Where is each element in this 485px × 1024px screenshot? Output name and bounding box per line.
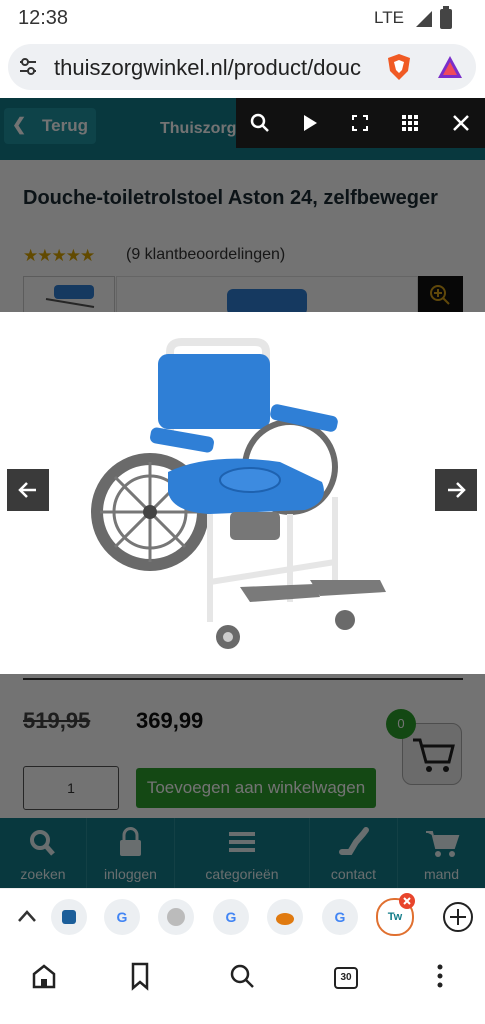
browser-bottom-bar: 30 (0, 944, 485, 1024)
browser-url-row: thuiszorgwinkel.nl/product/douc (0, 38, 485, 98)
nav-label: categorieën (205, 866, 279, 882)
tab-reader[interactable] (158, 899, 194, 935)
menu-icon (229, 832, 255, 852)
zoom-in-icon (430, 285, 450, 305)
nav-label: inloggen (104, 866, 157, 882)
nav-item-zoeken[interactable]: zoeken (0, 818, 87, 888)
search-icon (30, 830, 55, 856)
signal-icon (416, 11, 432, 27)
review-count-link[interactable]: (9 klantbeoordelingen) (126, 246, 285, 264)
nav-label: mand (423, 866, 460, 882)
add-to-cart-button[interactable]: Toevoegen aan winkelwagen (136, 768, 376, 808)
reader-tab-icon (167, 908, 185, 926)
close-icon[interactable] (452, 114, 470, 132)
tab-google-2[interactable]: G (213, 899, 249, 935)
cart-icon (426, 831, 460, 857)
home-icon[interactable] (22, 954, 66, 998)
tab-google-3[interactable]: G (322, 899, 358, 935)
tab-app[interactable] (51, 899, 87, 935)
phone-icon (339, 827, 369, 855)
url-text[interactable]: thuiszorgwinkel.nl/product/douc (54, 55, 380, 81)
status-bar: 12:38 LTE (0, 0, 485, 38)
status-time: 12:38 (18, 7, 69, 29)
lock-icon (120, 827, 141, 856)
rating-stars: ★★★★★ (23, 246, 95, 265)
more-menu-icon[interactable] (418, 954, 462, 998)
tab-bird[interactable] (267, 899, 303, 935)
previous-image-button[interactable] (7, 469, 49, 511)
address-bar[interactable]: thuiszorgwinkel.nl/product/douc (8, 44, 476, 90)
web-page: ❮ Terug Thuiszorgwinkel Douche-toiletrol… (0, 98, 485, 888)
search-icon[interactable] (220, 954, 264, 998)
next-image-button[interactable] (435, 469, 477, 511)
site-settings-icon[interactable] (18, 57, 38, 77)
play-icon[interactable] (302, 114, 318, 132)
tab-strip: G G G Tw (0, 888, 485, 945)
brave-rewards-icon[interactable] (436, 53, 464, 81)
tab-count: 30 (334, 967, 358, 989)
bookmark-icon[interactable] (118, 954, 162, 998)
arrow-right-icon (448, 482, 466, 498)
close-tab-button[interactable] (399, 893, 415, 909)
brave-shield-icon[interactable] (386, 53, 412, 81)
nav-label: contact (330, 866, 377, 882)
tab-switcher-button[interactable]: 30 (323, 954, 367, 998)
lightbox-image-area (0, 312, 485, 674)
network-type: LTE (374, 8, 404, 27)
nav-item-categorieen[interactable]: categorieën (175, 818, 310, 888)
arrow-left-icon (18, 482, 36, 498)
zoom-button[interactable] (418, 276, 463, 314)
close-icon (403, 897, 411, 905)
tab-google-1[interactable]: G (104, 899, 140, 935)
nav-item-contact[interactable]: contact (310, 818, 398, 888)
chevron-left-icon: ❮ (12, 115, 27, 134)
battery-icon (440, 6, 452, 29)
nav-label: zoeken (20, 866, 66, 882)
back-button[interactable]: ❮ Terug (4, 108, 96, 144)
lightbox-toolbar (236, 98, 485, 148)
search-icon[interactable] (250, 113, 270, 133)
new-price: 369,99 (136, 708, 204, 733)
grid-icon[interactable] (402, 115, 418, 131)
cart-count-badge: 0 (386, 709, 416, 739)
product-title: Douche-toiletrolstoel Aston 24, zelfbewe… (23, 187, 438, 209)
new-tab-icon[interactable] (442, 901, 474, 933)
fullscreen-icon[interactable] (352, 115, 368, 131)
shower-commode-chair-image (91, 338, 386, 649)
bird-tab-icon (276, 913, 294, 925)
chevron-up-icon[interactable] (16, 907, 38, 925)
back-label: Terug (42, 116, 88, 135)
nav-item-mand[interactable]: mand (398, 818, 485, 888)
quantity-input[interactable]: 1 (23, 766, 119, 810)
app-tab-icon (62, 910, 76, 924)
product-image-preview (116, 276, 418, 316)
chair-preview-icon (227, 289, 307, 315)
product-thumbnail[interactable] (23, 276, 115, 316)
price-divider (23, 678, 463, 680)
chair-thumbnail-icon (45, 285, 95, 308)
site-bottom-nav: zoeken inloggen categorieën contact mand (0, 818, 485, 888)
old-price: 519,95 (23, 708, 91, 733)
nav-item-inloggen[interactable]: inloggen (87, 818, 175, 888)
